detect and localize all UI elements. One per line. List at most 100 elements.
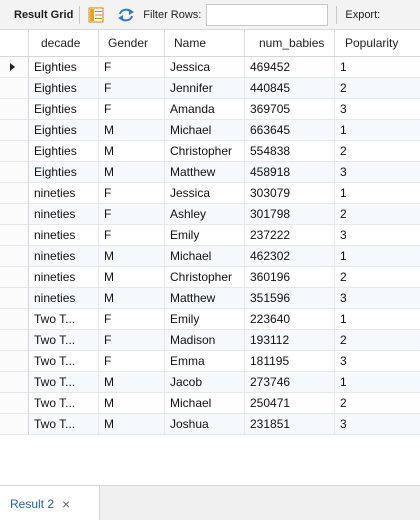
cell-gender[interactable]: M	[99, 162, 165, 183]
cell-gender[interactable]: M	[99, 246, 165, 267]
table-row[interactable]: nineties M Christopher 360196 2	[0, 267, 420, 288]
result-grid-tab[interactable]: Result Grid	[14, 9, 73, 21]
cell-popularity[interactable]: 2	[335, 78, 420, 99]
cell-popularity[interactable]: 1	[335, 246, 420, 267]
cell-gender[interactable]: M	[99, 414, 165, 435]
cell-decade[interactable]: nineties	[29, 288, 99, 309]
export-label[interactable]: Export:	[345, 9, 380, 21]
cell-num-babies[interactable]: 223640	[245, 309, 335, 330]
cell-decade[interactable]: Two T...	[29, 372, 99, 393]
cell-name[interactable]: Christopher	[165, 141, 245, 162]
cell-name[interactable]: Amanda	[165, 99, 245, 120]
cell-popularity[interactable]: 1	[335, 57, 420, 78]
cell-decade[interactable]: nineties	[29, 183, 99, 204]
cell-gender[interactable]: M	[99, 141, 165, 162]
cell-num-babies[interactable]: 237222	[245, 225, 335, 246]
cell-num-babies[interactable]: 369705	[245, 99, 335, 120]
cell-popularity[interactable]: 1	[335, 120, 420, 141]
row-gutter[interactable]	[0, 393, 29, 414]
cell-name[interactable]: Joshua	[165, 414, 245, 435]
cell-name[interactable]: Matthew	[165, 288, 245, 309]
cell-num-babies[interactable]: 360196	[245, 267, 335, 288]
cell-name[interactable]: Christopher	[165, 267, 245, 288]
table-row[interactable]: Eighties M Michael 663645 1	[0, 120, 420, 141]
table-row[interactable]: Eighties M Matthew 458918 3	[0, 162, 420, 183]
cell-gender[interactable]: F	[99, 225, 165, 246]
row-gutter[interactable]	[0, 372, 29, 393]
cell-num-babies[interactable]: 469452	[245, 57, 335, 78]
row-gutter[interactable]	[0, 267, 29, 288]
cell-num-babies[interactable]: 458918	[245, 162, 335, 183]
column-header-decade[interactable]: decade	[29, 30, 99, 57]
cell-gender[interactable]: M	[99, 120, 165, 141]
row-gutter[interactable]	[0, 330, 29, 351]
cell-num-babies[interactable]: 351596	[245, 288, 335, 309]
cell-popularity[interactable]: 3	[335, 288, 420, 309]
cell-name[interactable]: Jessica	[165, 57, 245, 78]
column-header-num-babies[interactable]: num_babies	[245, 30, 335, 57]
cell-num-babies[interactable]: 440845	[245, 78, 335, 99]
cell-gender[interactable]: F	[99, 204, 165, 225]
row-gutter[interactable]	[0, 225, 29, 246]
table-row[interactable]: nineties M Matthew 351596 3	[0, 288, 420, 309]
column-header-gender[interactable]: Gender	[99, 30, 165, 57]
cell-popularity[interactable]: 3	[335, 351, 420, 372]
cell-decade[interactable]: Two T...	[29, 309, 99, 330]
cell-decade[interactable]: nineties	[29, 267, 99, 288]
cell-decade[interactable]: nineties	[29, 204, 99, 225]
cell-decade[interactable]: Eighties	[29, 141, 99, 162]
cell-decade[interactable]: nineties	[29, 246, 99, 267]
row-gutter[interactable]	[0, 120, 29, 141]
cell-popularity[interactable]: 1	[335, 183, 420, 204]
cell-num-babies[interactable]: 181195	[245, 351, 335, 372]
table-row[interactable]: Two T... M Joshua 231851 3	[0, 414, 420, 435]
cell-gender[interactable]: F	[99, 351, 165, 372]
cell-name[interactable]: Michael	[165, 393, 245, 414]
row-gutter[interactable]	[0, 246, 29, 267]
cell-popularity[interactable]: 2	[335, 330, 420, 351]
table-row[interactable]: Two T... M Michael 250471 2	[0, 393, 420, 414]
cell-gender[interactable]: M	[99, 288, 165, 309]
cell-popularity[interactable]: 3	[335, 99, 420, 120]
table-row[interactable]: Eighties F Amanda 369705 3	[0, 99, 420, 120]
cell-num-babies[interactable]: 663645	[245, 120, 335, 141]
table-row[interactable]: Two T... F Emily 223640 1	[0, 309, 420, 330]
cell-decade[interactable]: Eighties	[29, 57, 99, 78]
cell-num-babies[interactable]: 462302	[245, 246, 335, 267]
cell-decade[interactable]: Two T...	[29, 414, 99, 435]
cell-name[interactable]: Madison	[165, 330, 245, 351]
column-header-name[interactable]: Name	[165, 30, 245, 57]
cell-num-babies[interactable]: 303079	[245, 183, 335, 204]
form-editor-icon[interactable]	[87, 6, 105, 24]
row-gutter[interactable]	[0, 99, 29, 120]
tab-result-2[interactable]: Result 2 ×	[0, 486, 100, 520]
cell-num-babies[interactable]: 231851	[245, 414, 335, 435]
cell-popularity[interactable]: 2	[335, 141, 420, 162]
cell-name[interactable]: Ashley	[165, 204, 245, 225]
row-gutter[interactable]	[0, 78, 29, 99]
cell-num-babies[interactable]: 301798	[245, 204, 335, 225]
cell-gender[interactable]: F	[99, 183, 165, 204]
cell-num-babies[interactable]: 250471	[245, 393, 335, 414]
cell-name[interactable]: Michael	[165, 246, 245, 267]
filter-rows-input[interactable]	[206, 3, 329, 26]
cell-name[interactable]: Matthew	[165, 162, 245, 183]
cell-num-babies[interactable]: 273746	[245, 372, 335, 393]
row-gutter[interactable]	[0, 183, 29, 204]
cell-decade[interactable]: Eighties	[29, 99, 99, 120]
cell-name[interactable]: Emily	[165, 309, 245, 330]
cell-name[interactable]: Jennifer	[165, 78, 245, 99]
cell-popularity[interactable]: 3	[335, 414, 420, 435]
cell-popularity[interactable]: 2	[335, 267, 420, 288]
row-gutter[interactable]	[0, 57, 29, 78]
row-gutter[interactable]	[0, 162, 29, 183]
cell-gender[interactable]: F	[99, 309, 165, 330]
row-gutter[interactable]	[0, 309, 29, 330]
cell-gender[interactable]: F	[99, 99, 165, 120]
cell-popularity[interactable]: 3	[335, 162, 420, 183]
cell-gender[interactable]: M	[99, 267, 165, 288]
result-grid[interactable]: decade Gender Name num_babies Popularity…	[0, 30, 420, 440]
row-gutter[interactable]	[0, 414, 29, 435]
cell-name[interactable]: Michael	[165, 120, 245, 141]
table-row[interactable]: Eighties F Jennifer 440845 2	[0, 78, 420, 99]
